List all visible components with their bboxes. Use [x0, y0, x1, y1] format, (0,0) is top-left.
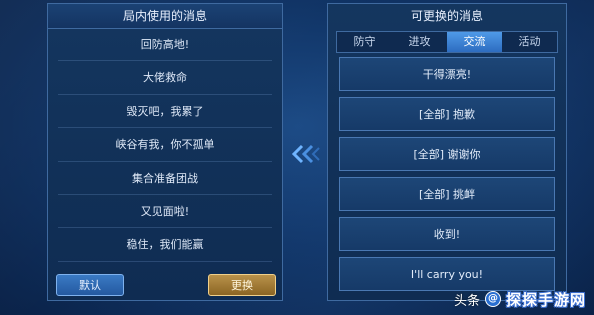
message-option[interactable]: [全部] 谢谢你 [339, 137, 555, 171]
message-option[interactable]: [全部] 挑衅 [339, 177, 555, 211]
replaceable-message-list: 干得漂亮! [全部] 抱歉 [全部] 谢谢你 [全部] 挑衅 收到! I'll … [339, 57, 555, 297]
message-option[interactable]: [全部] 抱歉 [339, 97, 555, 131]
replaceable-messages-panel: 可更换的消息 防守 进攻 交流 活动 干得漂亮! [全部] 抱歉 [全部] 谢谢… [327, 3, 567, 301]
double-chevron-left-icon [291, 144, 320, 164]
replaceable-messages-title: 可更换的消息 [410, 9, 483, 23]
message-slot-4[interactable]: 峡谷有我，你不孤单 [58, 128, 272, 162]
in-game-messages-panel: 局内使用的消息 回防高地! 大佬救命 毁灭吧，我累了 峡谷有我，你不孤单 集合准… [47, 3, 283, 301]
message-slot-7[interactable]: 稳住，我们能赢 [58, 228, 272, 262]
message-slot-6[interactable]: 又见面啦! [58, 195, 272, 229]
at-badge-icon: @ [484, 291, 501, 307]
message-slot-3[interactable]: 毁灭吧，我累了 [58, 95, 272, 129]
message-slot-5[interactable]: 集合准备团战 [58, 162, 272, 195]
watermark-site-name: 探探手游网 [505, 290, 586, 309]
in-game-message-list: 回防高地! 大佬救命 毁灭吧，我累了 峡谷有我，你不孤单 集合准备团战 又见面啦… [58, 28, 272, 262]
category-tabs: 防守 进攻 交流 活动 [336, 31, 558, 53]
replace-button[interactable]: 更换 [208, 274, 276, 296]
tab-activity[interactable]: 活动 [502, 32, 557, 52]
watermark-source: 头条 [453, 293, 480, 309]
tab-attack[interactable]: 进攻 [392, 32, 447, 52]
message-option[interactable]: 干得漂亮! [339, 57, 555, 91]
message-option[interactable]: 收到! [339, 217, 555, 251]
in-game-messages-title: 局内使用的消息 [48, 4, 282, 29]
watermark: 头条 @ 探探手游网 [454, 286, 586, 312]
message-slot-2[interactable]: 大佬救命 [58, 61, 272, 95]
default-button[interactable]: 默认 [56, 274, 124, 296]
message-slot-1[interactable]: 回防高地! [58, 28, 272, 62]
tab-defense[interactable]: 防守 [337, 32, 392, 52]
tab-communication[interactable]: 交流 [447, 32, 502, 52]
